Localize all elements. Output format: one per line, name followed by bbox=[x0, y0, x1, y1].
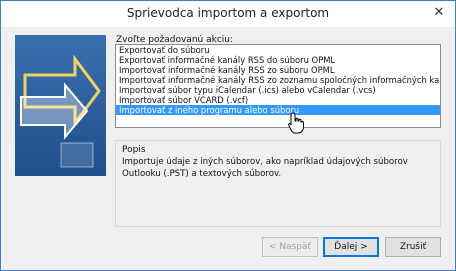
back-button[interactable]: < Naspäť bbox=[262, 237, 318, 257]
next-button[interactable]: Ďalej > bbox=[323, 237, 379, 257]
hand-pointer-icon bbox=[288, 112, 304, 134]
import-export-wizard-window: Sprievodca importom a exportom ✕ Zvoľte … bbox=[0, 0, 456, 271]
close-icon[interactable]: ✕ bbox=[431, 5, 447, 21]
list-item-import-rss-common[interactable]: Importovať informačné kanály RSS zo zozn… bbox=[116, 75, 440, 85]
cancel-button[interactable]: Zrušiť bbox=[385, 237, 441, 257]
wizard-illustration bbox=[15, 35, 106, 176]
description-title: Popis bbox=[122, 145, 146, 155]
list-item-import-icalendar[interactable]: Importovať súbor typu iCalendar (.ics) a… bbox=[116, 85, 440, 95]
description-group: Popis Importuje údaje z iných súborov, a… bbox=[115, 140, 441, 227]
description-text: Importuje údaje z iných súborov, ako nap… bbox=[122, 157, 408, 179]
list-item-import-vcard[interactable]: Importovať súbor VCARD (.vcf) bbox=[116, 95, 440, 105]
title-bar: Sprievodca importom a exportom ✕ bbox=[1, 1, 455, 27]
window-title: Sprievodca importom a exportom bbox=[126, 6, 330, 20]
list-item-import-other-program[interactable]: Importovať z iného programu alebo súboru bbox=[116, 105, 440, 115]
list-item-export-file[interactable]: Exportovať do súboru bbox=[116, 45, 440, 55]
list-item-export-rss-opml[interactable]: Exportovať informačné kanály RSS do súbo… bbox=[116, 55, 440, 65]
list-item-import-rss-opml[interactable]: Importovať informačné kanály RSS zo súbo… bbox=[116, 65, 440, 75]
action-listbox[interactable]: Exportovať do súboru Exportovať informač… bbox=[115, 44, 441, 128]
